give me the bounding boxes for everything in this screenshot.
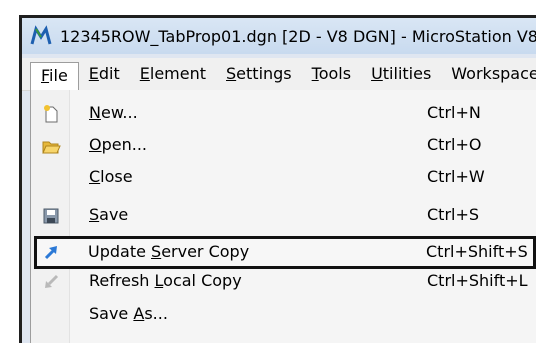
menu-item-refresh-local-copy: Refresh Local Copy Ctrl+Shift+L (31, 266, 536, 298)
file-menu-dropdown: New... Ctrl+N Open... Ctrl+O Close Ctrl+… (30, 90, 536, 343)
menu-item-close[interactable]: Close Ctrl+W (31, 162, 536, 194)
menu-element[interactable]: Element (130, 60, 216, 88)
shortcut-new: Ctrl+N (427, 103, 481, 122)
refresh-local-arrow-icon (45, 274, 59, 288)
save-disk-icon (43, 208, 59, 224)
menu-item-save[interactable]: Save Ctrl+S (31, 200, 536, 232)
new-document-icon (44, 105, 58, 123)
shortcut-refresh-local-copy: Ctrl+Shift+L (427, 271, 528, 290)
open-folder-icon (42, 141, 61, 154)
shortcut-update-server-copy: Ctrl+Shift+S (426, 242, 528, 261)
menu-utilities[interactable]: Utilities (361, 60, 441, 88)
update-server-arrow-icon (44, 246, 57, 260)
menu-edit[interactable]: Edit (79, 60, 130, 88)
menu-file[interactable]: File (30, 62, 79, 90)
menu-settings[interactable]: Settings (216, 60, 302, 88)
menu-workspace[interactable]: Workspace (441, 60, 536, 88)
shortcut-save: Ctrl+S (427, 205, 480, 224)
menu-bar: File Edit Element Settings Tools Utiliti… (22, 58, 536, 91)
shortcut-close: Ctrl+W (427, 167, 485, 186)
menu-tools[interactable]: Tools (302, 60, 361, 88)
menu-item-save-as[interactable]: Save As... (31, 299, 536, 331)
menu-item-new[interactable]: New... Ctrl+N (31, 98, 536, 130)
window-title: 12345ROW_TabProp01.dgn [2D - V8 DGN] - M… (60, 26, 536, 46)
title-bar[interactable]: 12345ROW_TabProp01.dgn [2D - V8 DGN] - M… (22, 18, 536, 54)
menu-item-open[interactable]: Open... Ctrl+O (31, 130, 536, 162)
shortcut-open: Ctrl+O (427, 135, 482, 154)
microstation-app-icon (30, 25, 52, 45)
menu-item-update-server-copy[interactable]: Update Server Copy Ctrl+Shift+S (34, 236, 536, 269)
